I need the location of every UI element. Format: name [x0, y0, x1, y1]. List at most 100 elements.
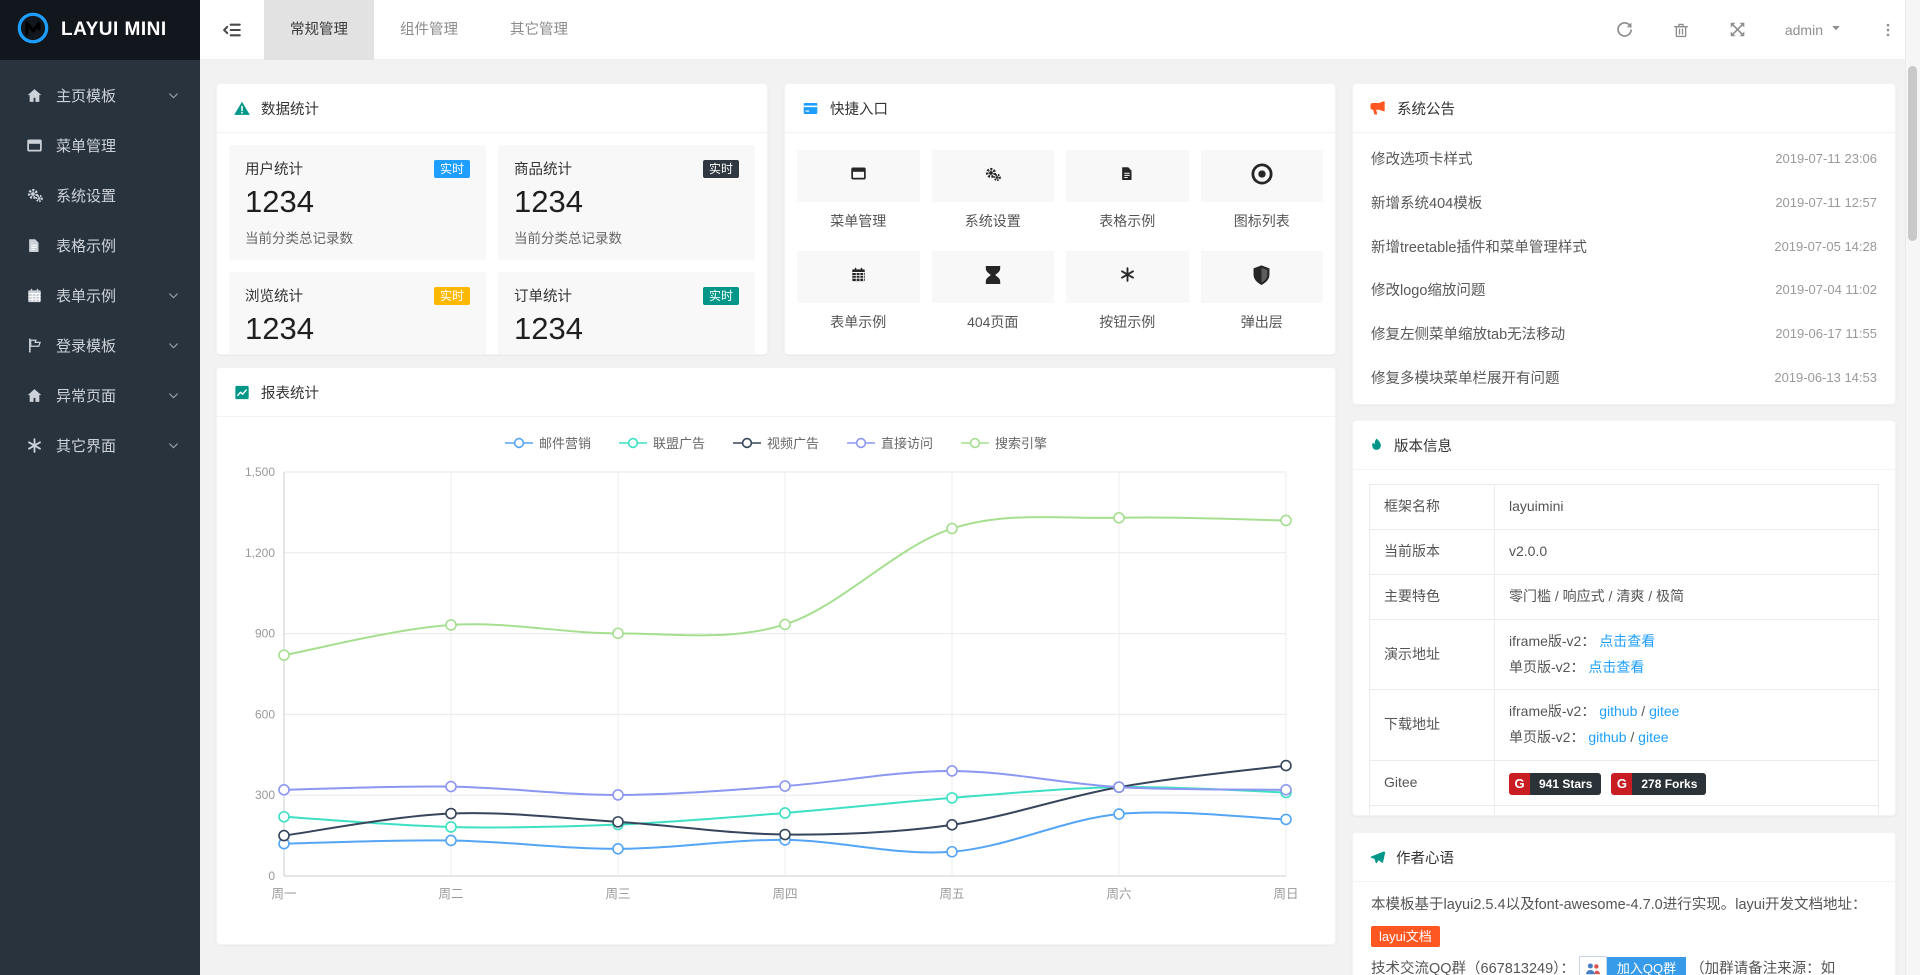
version-row-1: 框架名称layuimini [1370, 485, 1879, 530]
announcement-time: 2019-07-11 23:06 [1775, 151, 1877, 166]
quick-entry-icon-box [797, 251, 920, 303]
chart-legend: 邮件营销 联盟广告 视频广告 直接访问 搜索引擎 [217, 433, 1335, 452]
svg-text:300: 300 [255, 788, 275, 802]
gitee-logo-icon: G [1509, 773, 1530, 795]
card-header: 数据统计 [217, 84, 767, 133]
announcement-time: 2019-06-13 14:53 [1774, 370, 1877, 385]
announcement-item-2[interactable]: 新增系统404模板2019-07-11 12:57 [1371, 192, 1877, 213]
fullscreen-icon[interactable] [1728, 20, 1747, 39]
version-row-label: 演示地址 [1370, 619, 1495, 690]
sidebar-item-7[interactable]: 异常页面 [0, 370, 200, 420]
svg-text:0: 0 [268, 869, 275, 883]
link-line: 单页版-v2： 点击查看 [1509, 655, 1864, 681]
warning-triangle-icon [233, 100, 251, 117]
announcement-item-3[interactable]: 新增treetable插件和菜单管理样式2019-07-05 14:28 [1371, 236, 1877, 257]
announcement-title: 修复多模块菜单栏展开有问题 [1371, 367, 1560, 388]
announcement-item-5[interactable]: 修复左侧菜单缩放tab无法移动2019-06-17 11:55 [1371, 323, 1877, 344]
legend-label: 直接访问 [881, 433, 933, 452]
legend-label: 视频广告 [767, 433, 819, 452]
stat-label: 用户统计 [245, 158, 303, 179]
sidebar-item-label: 系统设置 [56, 185, 180, 206]
stat-badge: 实时 [434, 160, 470, 178]
version-row-4: 演示地址iframe版-v2： 点击查看单页版-v2： 点击查看 [1370, 619, 1879, 690]
quick-grid: 菜单管理系统设置表格示例图标列表表单示例404页面按钮示例弹出层 [785, 133, 1335, 349]
system-announcement-card: 系统公告 修改选项卡样式2019-07-11 23:06新增系统404模板201… [1352, 83, 1896, 405]
version-row-label: 当前版本 [1370, 529, 1495, 574]
sidebar-item-8[interactable]: 其它界面 [0, 420, 200, 470]
gitee-badge-text: 941 Stars [1530, 773, 1601, 795]
announcement-time: 2019-07-05 14:28 [1774, 239, 1877, 254]
stat-description: 当前分类总记录数 [514, 354, 739, 355]
version-link[interactable]: 点击查看 [1588, 659, 1644, 675]
quick-entry-5[interactable]: 表单示例 [797, 251, 920, 332]
version-row-value: iframe版-v2： github / gitee单页版-v2： github… [1495, 690, 1879, 761]
sidebar-item-2[interactable]: 菜单管理 [0, 120, 200, 170]
stat-box-1: 用户统计实时1234当前分类总记录数 [229, 145, 486, 260]
sidebar-item-1[interactable]: 主页模板 [0, 70, 200, 120]
quick-entry-6[interactable]: 404页面 [932, 251, 1055, 332]
window-icon [850, 165, 867, 187]
version-row-label: Github [1370, 806, 1495, 816]
user-menu[interactable]: admin [1785, 21, 1842, 39]
tab-bar: 常规管理组件管理其它管理 [264, 0, 594, 60]
legend-item-3[interactable]: 视频广告 [733, 433, 819, 452]
quick-entry-2[interactable]: 系统设置 [932, 150, 1055, 231]
version-row-value: Star1,419Fork440 [1495, 806, 1879, 816]
announcement-item-6[interactable]: 修复多模块菜单栏展开有问题 2019-06-13 14:53 [1371, 367, 1877, 388]
sidebar-item-label: 登录模板 [56, 335, 167, 356]
version-link[interactable]: 点击查看 [1599, 633, 1655, 649]
tab-2[interactable]: 组件管理 [374, 0, 484, 60]
legend-item-4[interactable]: 直接访问 [847, 433, 933, 452]
quick-entry-3[interactable]: 表格示例 [1066, 150, 1189, 231]
refresh-icon[interactable] [1615, 20, 1634, 39]
link-line: 单页版-v2： github / gitee [1509, 725, 1864, 751]
legend-item-1[interactable]: 邮件营销 [505, 433, 591, 452]
author-text: 本模板基于layui2.5.4以及font-awesome-4.7.0进行实现。… [1353, 882, 1895, 975]
tab-1[interactable]: 常规管理 [264, 0, 374, 60]
announcement-item-1[interactable]: 修改选项卡样式2019-07-11 23:06 [1371, 148, 1877, 169]
stat-header: 订单统计实时 [514, 285, 739, 306]
quick-entry-8[interactable]: 弹出层 [1201, 251, 1324, 332]
quick-entry-4[interactable]: 图标列表 [1201, 150, 1324, 231]
version-link[interactable]: gitee [1649, 703, 1679, 719]
layui-doc-link[interactable]: layui文档 [1371, 926, 1440, 947]
stats-grid: 用户统计实时1234当前分类总记录数商品统计实时1234当前分类总记录数浏览统计… [217, 133, 767, 355]
more-options-icon[interactable] [1880, 22, 1896, 38]
menu-fold-icon[interactable] [200, 0, 264, 60]
sidebar-item-5[interactable]: 表单示例 [0, 270, 200, 320]
gitee-badge[interactable]: G941 Stars [1509, 773, 1601, 795]
sidebar-item-6[interactable]: 登录模板 [0, 320, 200, 370]
sidebar-item-label: 表单示例 [56, 285, 167, 306]
trash-icon[interactable] [1672, 21, 1690, 39]
version-row-6: Gitee G941 Stars G278 Forks [1370, 761, 1879, 806]
announcement-item-4[interactable]: 修改logo缩放问题2019-07-04 11:02 [1371, 279, 1877, 300]
legend-item-2[interactable]: 联盟广告 [619, 433, 705, 452]
gitee-badge[interactable]: G278 Forks [1611, 773, 1706, 795]
sidebar-menu: 主页模板菜单管理系统设置表格示例表单示例登录模板异常页面其它界面 [0, 60, 200, 975]
quick-entry-1[interactable]: 菜单管理 [797, 150, 920, 231]
version-row-7: GithubStar1,419Fork440 [1370, 806, 1879, 816]
quick-entry-label: 系统设置 [932, 211, 1055, 231]
data-statistics-card: 数据统计 用户统计实时1234当前分类总记录数商品统计实时1234当前分类总记录… [216, 83, 768, 355]
stat-value: 1234 [514, 184, 739, 220]
quick-entry-7[interactable]: 按钮示例 [1066, 251, 1189, 332]
sidebar-item-4[interactable]: 表格示例 [0, 220, 200, 270]
report-statistics-card: 报表统计 邮件营销联盟广告视频广告直接访问搜索引擎 03006009001,20… [216, 367, 1336, 945]
gears-icon [984, 165, 1002, 188]
file-icon [1119, 165, 1135, 187]
legend-item-5[interactable]: 搜索引擎 [961, 433, 1047, 452]
stat-description: 当前分类总记录数 [245, 354, 470, 355]
sidebar-item-3[interactable]: 系统设置 [0, 170, 200, 220]
version-link[interactable]: gitee [1638, 729, 1668, 745]
version-link[interactable]: github [1588, 729, 1626, 745]
join-qq-group-button[interactable]: 加入QQ群 [1579, 956, 1686, 975]
stat-description: 当前分类总记录数 [514, 227, 739, 247]
tab-3[interactable]: 其它管理 [484, 0, 594, 60]
legend-label: 邮件营销 [539, 433, 591, 452]
quick-entry-label: 菜单管理 [797, 211, 920, 231]
version-info-card: 版本信息 框架名称layuimini当前版本v2.0.0主要特色零门槛 / 响应… [1352, 420, 1896, 816]
version-row-label: Gitee [1370, 761, 1495, 806]
page-scrollbar[interactable] [1905, 0, 1920, 975]
scrollbar-thumb[interactable] [1908, 66, 1917, 241]
version-link[interactable]: github [1599, 703, 1637, 719]
